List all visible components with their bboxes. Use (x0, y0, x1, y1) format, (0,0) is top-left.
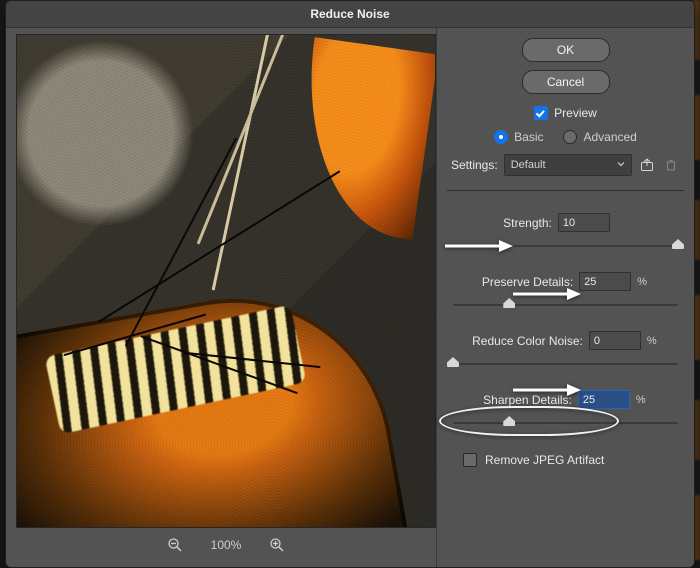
preserve-details-slider[interactable] (453, 297, 678, 313)
mode-advanced-radio[interactable]: Advanced (563, 130, 636, 144)
cancel-button[interactable]: Cancel (522, 70, 610, 94)
strength-label: Strength: (503, 216, 552, 230)
preserve-details-input[interactable] (579, 272, 631, 291)
controls-column: OK Cancel Preview Basic Advanced Setting… (436, 28, 694, 567)
param-sharpen-details: Sharpen Details: % (451, 390, 680, 431)
param-reduce-color-noise: Reduce Color Noise: % (451, 331, 680, 372)
cancel-button-label: Cancel (547, 75, 584, 89)
sharpen-details-slider[interactable] (453, 415, 678, 431)
sharpen-details-label: Sharpen Details: (483, 393, 572, 407)
dialog-title: Reduce Noise (6, 1, 694, 28)
mode-advanced-label: Advanced (583, 130, 636, 144)
strength-slider[interactable] (453, 238, 678, 254)
sharpen-details-input[interactable] (578, 390, 630, 409)
zoom-out-icon[interactable] (167, 537, 183, 553)
reduce-noise-dialog: Reduce Noise 100% (5, 0, 695, 568)
reduce-color-noise-label: Reduce Color Noise: (472, 334, 583, 348)
reduce-color-noise-slider[interactable] (453, 356, 678, 372)
strength-input[interactable] (558, 213, 610, 232)
zoom-in-icon[interactable] (269, 537, 285, 553)
preview-checkbox-label: Preview (554, 106, 597, 120)
param-preserve-details: Preserve Details: % (451, 272, 680, 313)
settings-label: Settings: (451, 158, 498, 172)
ok-button-label: OK (557, 43, 574, 57)
divider (447, 190, 684, 191)
save-preset-icon[interactable] (638, 156, 656, 174)
delete-preset-icon (662, 156, 680, 174)
chevron-down-icon (617, 159, 625, 171)
param-strength: Strength: (451, 213, 680, 254)
zoom-bar: 100% (16, 528, 436, 562)
preserve-details-unit: % (637, 276, 649, 288)
mode-basic-radio[interactable]: Basic (494, 130, 543, 144)
sharpen-details-unit: % (636, 394, 648, 406)
remove-jpeg-artifact-label: Remove JPEG Artifact (485, 453, 604, 467)
settings-preset-value: Default (511, 159, 546, 171)
reduce-color-noise-input[interactable] (589, 331, 641, 350)
preserve-details-label: Preserve Details: (482, 275, 573, 289)
reduce-color-noise-unit: % (647, 335, 659, 347)
preview-column: 100% (6, 28, 436, 567)
zoom-level: 100% (211, 538, 242, 552)
mode-basic-label: Basic (514, 130, 543, 144)
preview-canvas[interactable] (16, 34, 436, 528)
ok-button[interactable]: OK (522, 38, 610, 62)
settings-preset-select[interactable]: Default (504, 154, 632, 176)
preview-checkbox[interactable] (534, 106, 548, 120)
remove-jpeg-artifact-checkbox[interactable] (463, 453, 477, 467)
